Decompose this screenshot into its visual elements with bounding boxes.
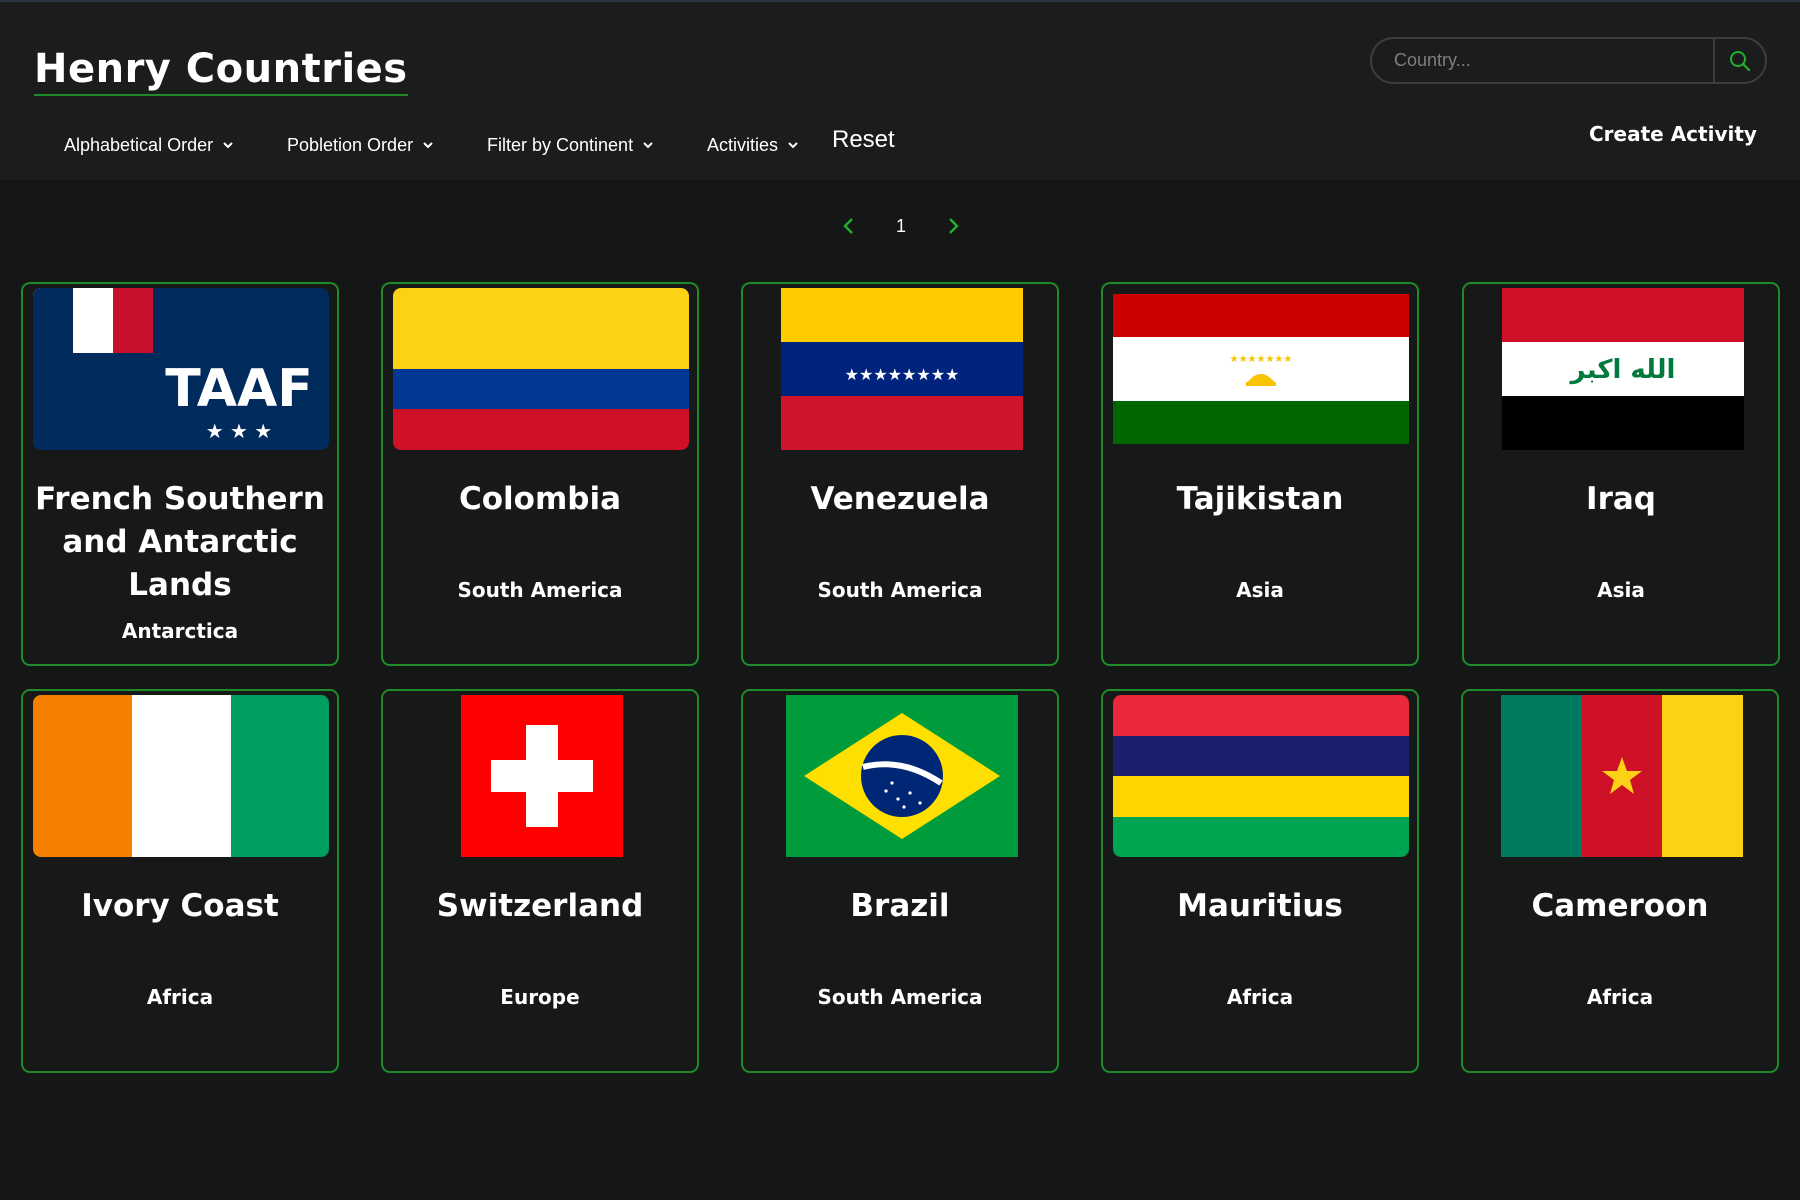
country-card[interactable]: Cameroon Africa: [1461, 689, 1779, 1073]
country-continent: Africa: [1586, 985, 1654, 1009]
country-continent: Asia: [1597, 578, 1645, 602]
country-card[interactable]: TAAF ★ ★ ★ French Southern and Antarctic…: [21, 282, 339, 666]
country-card[interactable]: ★★★★★★★★ Venezuela South America: [741, 282, 1059, 666]
country-continent: Europe: [500, 985, 580, 1009]
country-card[interactable]: Colombia South America: [381, 282, 699, 666]
flag-venezuela-image: ★★★★★★★★: [781, 288, 1023, 450]
flag-iraq-image: الله اكبر: [1502, 288, 1744, 450]
country-name: Mauritius: [1177, 888, 1343, 924]
country-continent: Africa: [1226, 985, 1294, 1009]
country-flag: [33, 695, 329, 857]
country-card[interactable]: Brazil South America: [741, 689, 1059, 1073]
country-card[interactable]: الله اكبر Iraq Asia: [1462, 282, 1780, 666]
country-flag: [393, 288, 689, 450]
country-flag: [461, 695, 623, 857]
flag-switzerland-image: [461, 695, 623, 857]
country-card[interactable]: ★★★★★★★ Tajikistan Asia: [1101, 282, 1419, 666]
country-name: Ivory Coast: [81, 888, 279, 924]
flag-french-southern-image: TAAF ★ ★ ★: [33, 288, 329, 450]
country-name: Venezuela: [810, 481, 990, 517]
country-flag: [786, 695, 1018, 857]
country-continent: South America: [817, 985, 983, 1009]
country-flag: ★★★★★★★★: [781, 288, 1023, 450]
country-continent: South America: [457, 578, 623, 602]
svg-text:★★★★★★★★: ★★★★★★★★: [845, 365, 960, 384]
svg-text:★★★★★★★: ★★★★★★★: [1230, 354, 1293, 365]
country-continent: Africa: [146, 985, 214, 1009]
flag-brazil-image: [786, 695, 1018, 857]
country-continent: South America: [817, 578, 983, 602]
country-card[interactable]: Ivory Coast Africa: [21, 689, 339, 1073]
country-name: French Southern and Antarctic Lands: [35, 481, 325, 603]
country-flag: الله اكبر: [1502, 288, 1744, 450]
flag-iraq-takbir: الله اكبر: [1569, 355, 1676, 385]
country-continent: Asia: [1236, 578, 1284, 602]
country-name: Iraq: [1586, 481, 1656, 517]
country-name: Brazil: [850, 888, 950, 924]
flag-colombia-image: [393, 288, 689, 450]
country-card[interactable]: Mauritius Africa: [1101, 689, 1419, 1073]
svg-text:★ ★ ★: ★ ★ ★: [206, 419, 273, 443]
flag-ivory-coast-image: [33, 695, 329, 857]
country-name: Colombia: [458, 481, 621, 517]
country-flag: [1113, 695, 1409, 857]
country-continent: Antarctica: [121, 619, 239, 643]
flag-cameroon-image: [1501, 695, 1743, 857]
flag-tajikistan-image: ★★★★★★★: [1113, 294, 1409, 444]
svg-text:TAAF: TAAF: [165, 359, 312, 419]
country-flag: TAAF ★ ★ ★: [33, 288, 329, 450]
country-name: Cameroon: [1531, 888, 1709, 924]
country-flag: ★★★★★★★: [1113, 294, 1409, 444]
country-flag: [1501, 695, 1743, 857]
country-name: Switzerland: [436, 888, 644, 924]
country-grid: TAAF ★ ★ ★ French Southern and Antarctic…: [0, 0, 1800, 1200]
flag-mauritius-image: [1113, 695, 1409, 857]
country-card[interactable]: Switzerland Europe: [381, 689, 699, 1073]
country-name: Tajikistan: [1176, 481, 1344, 517]
